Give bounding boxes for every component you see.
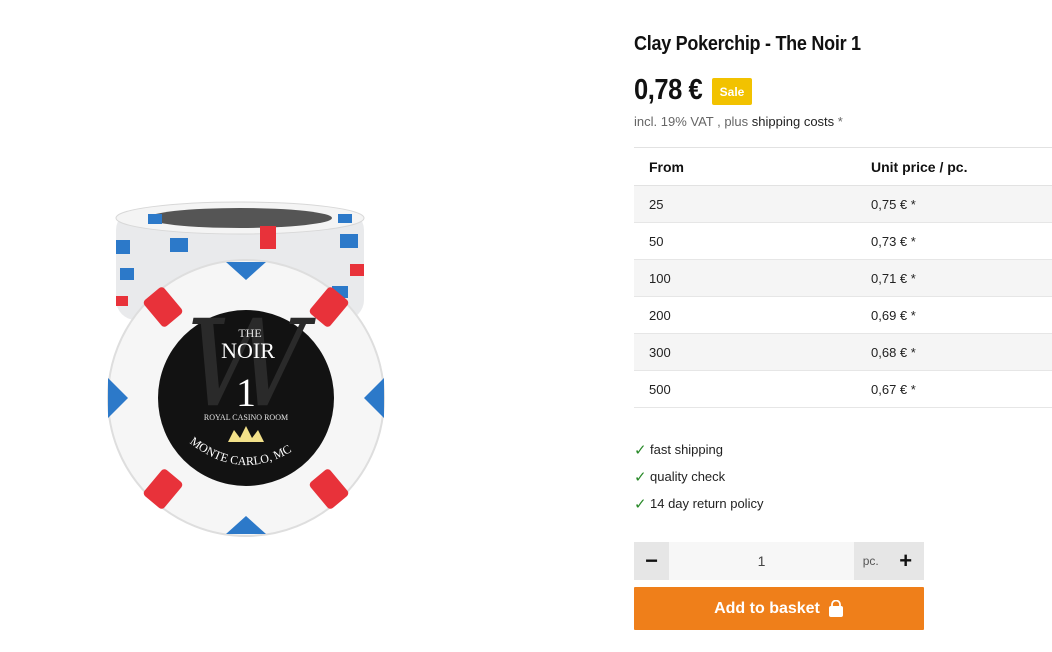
tier-price: 0,68 € * — [856, 333, 1052, 371]
list-item: ✓ quality check — [634, 463, 763, 490]
quantity-input[interactable] — [669, 542, 854, 580]
shipping-costs-link[interactable]: shipping costs — [752, 114, 834, 129]
quantity-unit-label: pc. — [854, 542, 888, 580]
quantity-stepper: − pc. + — [634, 542, 924, 580]
vat-prefix: incl. 19% VAT , plus — [634, 114, 752, 129]
vat-suffix: * — [834, 114, 843, 129]
vat-info: incl. 19% VAT , plus shipping costs * — [634, 114, 843, 129]
tier-from: 100 — [634, 259, 856, 297]
checkmark-icon: ✓ — [634, 441, 647, 459]
add-to-basket-button[interactable]: Add to basket — [634, 587, 924, 630]
tier-price: 0,75 € * — [856, 185, 1052, 223]
tier-price: 0,69 € * — [856, 296, 1052, 334]
shopping-bag-icon — [828, 599, 843, 617]
table-header-row: From Unit price / pc. — [634, 147, 1052, 186]
tier-price: 0,67 € * — [856, 370, 1052, 408]
feature-label: quality check — [650, 469, 726, 484]
tier-from: 25 — [634, 185, 856, 223]
table-row: 50 0,73 € * — [634, 222, 1052, 260]
chip-room: ROYAL CASINO ROOM — [204, 413, 288, 422]
tier-price: 0,71 € * — [856, 259, 1052, 297]
checkmark-icon: ✓ — [634, 468, 647, 486]
chip-brand: NOIR — [221, 338, 275, 363]
tier-from: 200 — [634, 296, 856, 334]
list-item: ✓ 14 day return policy — [634, 490, 763, 517]
feature-label: 14 day return policy — [650, 496, 764, 511]
add-to-basket-label: Add to basket — [714, 599, 820, 617]
sale-badge: Sale — [712, 78, 752, 105]
price-tier-table: From Unit price / pc. 25 0,75 € * 50 0,7… — [634, 147, 1052, 408]
column-header-from: From — [634, 147, 856, 186]
feature-list: ✓ fast shipping ✓ quality check ✓ 14 day re… — [634, 436, 763, 517]
increase-quantity-button[interactable]: + — [887, 542, 924, 580]
tier-from: 300 — [634, 333, 856, 371]
table-row: 25 0,75 € * — [634, 185, 1052, 223]
product-image-area[interactable]: W THE NOIR 1 ROYAL CASINO ROOM MONTE CAR… — [0, 0, 560, 652]
decrease-quantity-button[interactable]: − — [634, 542, 669, 580]
list-item: ✓ fast shipping — [634, 436, 763, 463]
poker-chip-stack-image: W THE NOIR 1 ROYAL CASINO ROOM MONTE CAR… — [107, 201, 385, 537]
checkmark-icon: ✓ — [634, 495, 647, 513]
tier-from: 500 — [634, 370, 856, 408]
front-chip: W THE NOIR 1 ROYAL CASINO ROOM MONTE CAR… — [107, 259, 385, 537]
table-row: 200 0,69 € * — [634, 296, 1052, 334]
product-title: Clay Pokerchip - The Noir 1 — [634, 33, 861, 55]
table-row: 300 0,68 € * — [634, 333, 1052, 371]
table-row: 500 0,67 € * — [634, 370, 1052, 408]
column-header-unit-price: Unit price / pc. — [856, 147, 1052, 186]
table-row: 100 0,71 € * — [634, 259, 1052, 297]
tier-from: 50 — [634, 222, 856, 260]
feature-label: fast shipping — [650, 442, 723, 457]
chip-value: 1 — [236, 370, 256, 415]
product-price: 0,78 € — [634, 74, 703, 106]
tier-price: 0,73 € * — [856, 222, 1052, 260]
